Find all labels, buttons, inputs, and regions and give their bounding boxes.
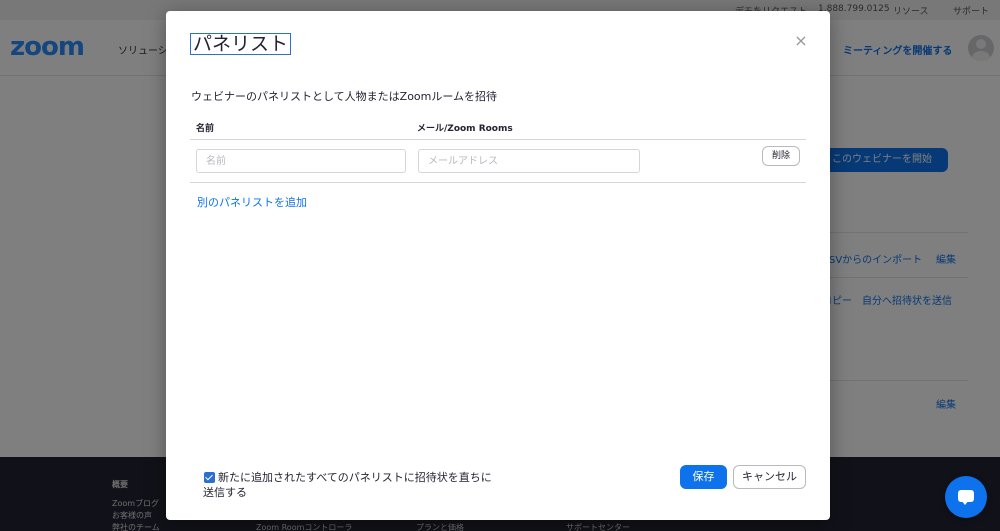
send-invite-option[interactable]: 新たに追加されたすべてのパネリストに招待状を直ちに送信する xyxy=(203,470,494,500)
panelist-row: 削除 xyxy=(190,140,806,183)
delete-panelist-button[interactable]: 削除 xyxy=(762,146,800,166)
close-icon[interactable]: × xyxy=(793,33,809,49)
checkbox-checked-icon[interactable] xyxy=(204,472,215,483)
panelist-table-header: 名前 メール/Zoom Rooms xyxy=(190,116,806,140)
panelist-email-input[interactable] xyxy=(418,149,640,173)
chat-support-button[interactable] xyxy=(945,476,987,518)
dialog-description: ウェビナーのパネリストとして人物またはZoomルームを招待 xyxy=(191,90,498,103)
chat-bubble-tail xyxy=(961,500,969,505)
column-header-email: メール/Zoom Rooms xyxy=(417,124,513,134)
send-invite-label[interactable]: 新たに追加されたすべてのパネリストに招待状を直ちに送信する xyxy=(203,470,494,500)
panelist-name-input[interactable] xyxy=(196,149,406,173)
save-button[interactable]: 保存 xyxy=(680,465,727,489)
column-header-name: 名前 xyxy=(196,124,215,134)
panelists-dialog: パネリスト × ウェビナーのパネリストとして人物またはZoomルームを招待 名前… xyxy=(166,11,830,520)
dialog-title: パネリスト xyxy=(190,33,292,55)
add-panelist-link[interactable]: 別のパネリストを追加 xyxy=(197,194,307,210)
cancel-button[interactable]: キャンセル xyxy=(733,465,806,489)
